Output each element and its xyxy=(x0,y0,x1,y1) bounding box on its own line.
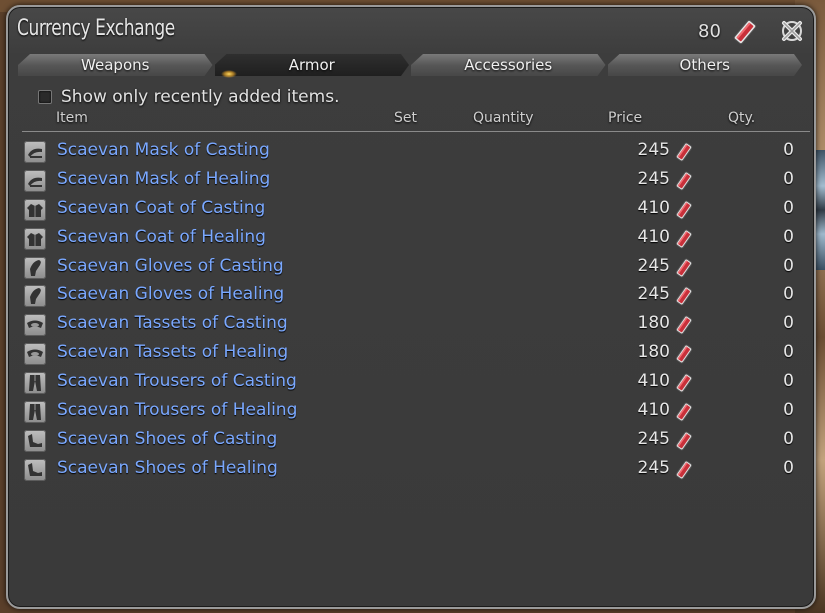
table-row[interactable]: Scaevan Shoes of Healing 245 0 xyxy=(22,456,812,485)
item-qty: 0 xyxy=(783,428,794,449)
table-row[interactable]: Scaevan Mask of Casting 245 0 xyxy=(22,138,812,167)
currency-exchange-window: Currency Exchange 80 Weapons Armor Acces… xyxy=(6,5,816,609)
item-name[interactable]: Scaevan Tassets of Healing xyxy=(57,342,288,362)
item-qty: 0 xyxy=(783,457,794,478)
item-name[interactable]: Scaevan Tassets of Casting xyxy=(57,313,288,333)
header-divider xyxy=(22,131,810,132)
table-row[interactable]: Scaevan Tassets of Casting 180 0 xyxy=(22,311,812,340)
item-name[interactable]: Scaevan Mask of Healing xyxy=(57,169,270,189)
table-row[interactable]: Scaevan Shoes of Casting 245 0 xyxy=(22,427,812,456)
tomestone-icon xyxy=(675,287,693,306)
tomestone-icon xyxy=(675,431,693,451)
item-qty: 0 xyxy=(783,226,794,247)
item-price: 410 xyxy=(637,226,670,247)
table-row[interactable]: Scaevan Trousers of Healing 410 0 xyxy=(22,398,812,427)
item-price: 180 xyxy=(637,342,670,363)
item-qty: 0 xyxy=(783,400,794,421)
item-qty: 0 xyxy=(783,140,794,160)
tomestone-icon xyxy=(675,171,693,191)
category-tabs: Weapons Armor Accessories Others xyxy=(18,54,804,78)
mask-icon[interactable] xyxy=(24,169,46,192)
shoes-icon[interactable] xyxy=(24,458,46,481)
item-name[interactable]: Scaevan Trousers of Healing xyxy=(57,400,297,420)
trousers-icon[interactable] xyxy=(24,372,46,395)
active-tab-indicator xyxy=(221,70,237,78)
column-header-quantity: Quantity xyxy=(473,110,534,126)
item-name[interactable]: Scaevan Coat of Healing xyxy=(57,227,266,247)
gloves-icon[interactable] xyxy=(24,285,46,308)
shoes-icon[interactable] xyxy=(24,429,46,452)
currency-count: 80 xyxy=(698,21,721,42)
table-row[interactable]: Scaevan Gloves of Healing 245 0 xyxy=(22,282,812,311)
column-header-item: Item xyxy=(56,110,88,126)
item-name[interactable]: Scaevan Shoes of Casting xyxy=(57,429,277,449)
recent-items-checkbox[interactable] xyxy=(38,90,52,104)
item-name[interactable]: Scaevan Coat of Casting xyxy=(57,198,265,218)
item-name[interactable]: Scaevan Shoes of Healing xyxy=(57,458,278,478)
column-header-qty: Qty. xyxy=(728,110,756,126)
tomestone-icon xyxy=(675,200,693,220)
item-price: 410 xyxy=(637,197,670,218)
item-list: Scaevan Mask of Casting 245 0 Scaevan Mask … xyxy=(22,138,812,485)
item-name[interactable]: Scaevan Trousers of Casting xyxy=(57,371,297,391)
item-price: 245 xyxy=(637,140,670,160)
trousers-icon[interactable] xyxy=(24,401,46,424)
coat-icon[interactable] xyxy=(24,227,46,250)
tomestone-icon xyxy=(675,142,693,162)
item-price: 180 xyxy=(637,313,670,334)
table-row[interactable]: Scaevan Tassets of Healing 180 0 xyxy=(22,340,812,369)
item-qty: 0 xyxy=(783,342,794,363)
item-qty: 0 xyxy=(783,255,794,276)
tomestone-icon xyxy=(675,229,693,249)
item-name[interactable]: Scaevan Gloves of Healing xyxy=(57,284,284,304)
item-price: 410 xyxy=(637,400,670,421)
table-row[interactable]: Scaevan Coat of Healing 410 0 xyxy=(22,225,812,254)
item-price: 245 xyxy=(637,284,670,305)
item-qty: 0 xyxy=(783,371,794,392)
item-price: 410 xyxy=(637,371,670,392)
coat-icon[interactable] xyxy=(24,198,46,221)
table-row[interactable]: Scaevan Gloves of Casting 245 0 xyxy=(22,254,812,283)
tab-accessories[interactable]: Accessories xyxy=(411,54,606,76)
table-row[interactable]: Scaevan Coat of Casting 410 0 xyxy=(22,196,812,225)
item-qty: 0 xyxy=(783,168,794,189)
table-row[interactable]: Scaevan Mask of Healing 245 0 xyxy=(22,167,812,196)
close-icon[interactable] xyxy=(778,17,806,45)
gloves-icon[interactable] xyxy=(24,256,46,279)
item-qty: 0 xyxy=(783,284,794,305)
item-price: 245 xyxy=(637,457,670,478)
table-row[interactable]: Scaevan Trousers of Casting 410 0 xyxy=(22,369,812,398)
recent-items-filter[interactable]: Show only recently added items. xyxy=(38,87,339,107)
item-price: 245 xyxy=(637,255,670,276)
tomestone-icon xyxy=(675,315,693,335)
tomestone-icon xyxy=(733,19,757,45)
item-qty: 0 xyxy=(783,313,794,334)
recent-items-label: Show only recently added items. xyxy=(61,87,340,107)
mask-icon[interactable] xyxy=(24,141,46,163)
tab-armor[interactable]: Armor xyxy=(215,54,410,76)
tomestone-icon xyxy=(675,402,693,422)
item-qty: 0 xyxy=(783,197,794,218)
item-price: 245 xyxy=(637,168,670,189)
column-header-set: Set xyxy=(394,110,417,126)
item-price: 245 xyxy=(637,428,670,449)
item-name[interactable]: Scaevan Mask of Casting xyxy=(57,140,270,160)
tomestone-icon xyxy=(675,373,693,393)
item-name[interactable]: Scaevan Gloves of Casting xyxy=(57,256,284,276)
tab-weapons[interactable]: Weapons xyxy=(18,54,213,76)
tomestone-icon xyxy=(675,460,693,480)
column-header-price: Price xyxy=(608,110,643,126)
tab-others[interactable]: Others xyxy=(608,54,803,76)
tomestone-icon xyxy=(675,344,693,364)
tomestone-icon xyxy=(675,258,693,277)
window-title: Currency Exchange xyxy=(17,16,175,41)
tassets-icon[interactable] xyxy=(24,314,46,337)
tassets-icon[interactable] xyxy=(24,343,46,366)
